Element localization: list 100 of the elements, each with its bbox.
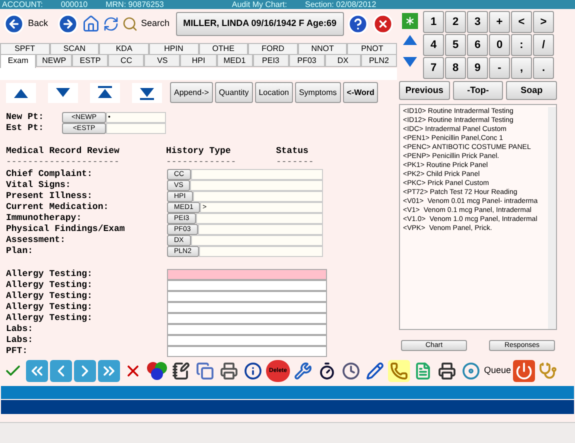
tab[interactable]: OTHE	[198, 43, 248, 54]
row-label: Vital Signs:	[6, 180, 72, 191]
tab[interactable]: HPI	[180, 54, 217, 67]
refresh-icon[interactable]	[103, 16, 120, 32]
text-field[interactable]	[167, 280, 327, 291]
edit-button[interactable]: Location	[254, 82, 293, 103]
patient-banner-button[interactable]: MILLER, LINDA 09/16/1942 F Age:69	[176, 12, 344, 36]
text-field[interactable]	[191, 169, 323, 180]
keypad-key[interactable]: 8	[445, 57, 466, 79]
fast-forward-icon[interactable]	[98, 360, 120, 382]
row-label: Present Illness:	[6, 191, 94, 202]
close-icon[interactable]	[372, 13, 394, 35]
up-arrow-icon[interactable]	[402, 34, 418, 46]
text-field[interactable]	[192, 191, 323, 202]
search-label[interactable]: Search	[141, 17, 170, 31]
text-field[interactable]	[167, 302, 327, 313]
text-field[interactable]	[167, 346, 327, 357]
keypad-key[interactable]: 3	[467, 11, 488, 33]
pencil-icon[interactable]	[364, 360, 386, 382]
row-label: Assessment:	[6, 235, 66, 246]
keypad-key[interactable]: -	[489, 57, 510, 79]
heading-rule: ---------------------	[6, 157, 120, 168]
clock-icon[interactable]	[340, 360, 362, 382]
tab[interactable]: SCAN	[50, 43, 100, 54]
row-label: Allergy Testing:	[6, 280, 94, 291]
keypad-key[interactable]: 1	[423, 11, 444, 33]
phone-icon[interactable]	[388, 360, 410, 382]
edit-button[interactable]: Append->	[170, 82, 213, 103]
tab[interactable]: ESTP	[72, 54, 108, 67]
keypad-key[interactable]: <	[511, 11, 532, 33]
keypad-key[interactable]: +	[489, 11, 510, 33]
tab[interactable]: HPIN	[148, 43, 198, 54]
text-field[interactable]	[190, 235, 323, 246]
previous-icon[interactable]	[50, 360, 72, 382]
tab[interactable]: CC	[108, 54, 144, 67]
keypad-key[interactable]: 2	[445, 11, 466, 33]
notebook-icon[interactable]	[170, 360, 192, 382]
text-field[interactable]	[167, 335, 327, 346]
keypad-key[interactable]: /	[533, 34, 554, 56]
tab[interactable]: VS	[144, 54, 180, 67]
tab[interactable]: PNOT	[347, 43, 397, 54]
keypad-key[interactable]: 0	[489, 34, 510, 56]
tab[interactable]: FORD	[248, 43, 298, 54]
keypad-key[interactable]: :	[511, 34, 532, 56]
wrench-icon[interactable]	[292, 360, 314, 382]
keypad-key[interactable]: 5	[445, 34, 466, 56]
tab[interactable]: NEWP	[36, 54, 72, 67]
tab[interactable]: Exam	[0, 54, 36, 68]
account-label: ACCOUNT:	[2, 0, 43, 8]
tab[interactable]: SPFT	[0, 43, 50, 54]
tab[interactable]: MED1	[216, 54, 253, 67]
tab[interactable]: PLN2	[360, 54, 398, 67]
fax-icon[interactable]	[436, 360, 458, 382]
rewind-icon[interactable]	[26, 360, 48, 382]
down-arrow-icon[interactable]	[402, 56, 418, 68]
text-field[interactable]	[167, 269, 327, 280]
tab[interactable]: PEI3	[252, 54, 289, 67]
edit-button[interactable]: <-Word	[342, 82, 378, 103]
audit-label: Audit My Chart:	[232, 0, 287, 8]
edit-button[interactable]: Symptoms	[294, 82, 341, 103]
page-button[interactable]: Previous	[399, 81, 450, 100]
text-field[interactable]	[190, 180, 323, 191]
power-icon[interactable]	[513, 360, 536, 382]
next-icon[interactable]	[74, 360, 96, 382]
text-field[interactable]	[167, 324, 327, 335]
page-button[interactable]: -Top-	[452, 81, 504, 100]
keypad-key[interactable]: >	[533, 11, 554, 33]
printer-icon[interactable]	[218, 360, 240, 382]
keypad-key[interactable]: ,	[511, 57, 532, 79]
keypad-key[interactable]: 9	[467, 57, 488, 79]
text-field[interactable]	[106, 123, 166, 134]
home-icon[interactable]	[82, 15, 100, 33]
circles-icon[interactable]	[146, 360, 168, 382]
back-label[interactable]: Back	[28, 17, 48, 31]
text-field[interactable]	[167, 291, 327, 302]
keypad-key[interactable]: 7	[423, 57, 444, 79]
text-field[interactable]	[167, 313, 327, 324]
search-icon[interactable]	[122, 16, 138, 32]
panel-list[interactable]	[399, 104, 557, 330]
help-icon[interactable]	[347, 13, 369, 35]
scrollbar[interactable]	[548, 107, 556, 329]
page-button[interactable]: Soap	[506, 81, 558, 100]
windows-icon[interactable]	[194, 360, 216, 382]
keypad-key[interactable]: 4	[423, 34, 444, 56]
tab[interactable]: KDA	[99, 43, 149, 54]
keypad-key[interactable]: .	[533, 57, 554, 79]
text-field[interactable]	[198, 246, 323, 257]
asterisk-icon[interactable]	[402, 13, 418, 29]
heading-rule: -------------	[166, 157, 238, 168]
column-heading: Medical Record Review	[6, 146, 120, 157]
text-field[interactable]	[196, 213, 323, 224]
tab[interactable]: DX	[324, 54, 361, 67]
info-icon[interactable]	[242, 360, 264, 382]
row-label: Allergy Testing:	[6, 291, 94, 302]
edit-button[interactable]: Quantity	[214, 82, 253, 103]
tab[interactable]: PF03	[288, 54, 325, 67]
keypad-key[interactable]: 6	[467, 34, 488, 56]
text-field[interactable]	[198, 224, 323, 235]
queue-label[interactable]: Queue	[484, 364, 512, 378]
tab[interactable]: NNOT	[298, 43, 348, 54]
